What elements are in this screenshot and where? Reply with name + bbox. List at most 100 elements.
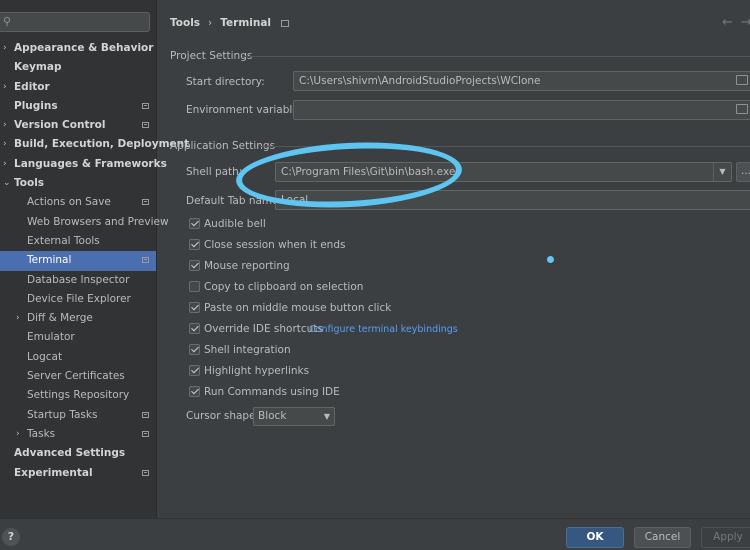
start-directory-label: Start directory: [186, 76, 265, 88]
settings-tree: › Appearance & Behavior Keymap › Editor Pl… [0, 39, 189, 483]
option-label: Audible bell [204, 218, 266, 230]
project-settings-heading: Project Settings [170, 50, 253, 62]
annotation-dot [547, 256, 554, 263]
environment-variables-field[interactable] [293, 100, 750, 120]
sidebar-item-label: Actions on Save [27, 196, 111, 209]
sidebar-item-device-file-explorer[interactable]: Device File Explorer [0, 290, 156, 309]
chevron-right-icon[interactable]: › [3, 116, 7, 135]
chevron-right-icon[interactable]: › [16, 309, 20, 328]
sidebar-item-emulator[interactable]: Emulator [0, 328, 156, 347]
shell-path-label: Shell path: [186, 166, 243, 178]
checkbox[interactable] [189, 281, 200, 292]
sidebar-item-database-inspector[interactable]: Database Inspector [0, 271, 156, 290]
chevron-right-icon[interactable]: › [3, 135, 7, 154]
cursor-shape-label: Cursor shape: [186, 410, 260, 422]
chevron-right-icon[interactable]: › [3, 155, 7, 174]
breadcrumb-parent[interactable]: Tools [170, 17, 200, 29]
chevron-right-icon[interactable]: › [3, 39, 7, 58]
chevron-right-icon[interactable]: › [3, 78, 7, 97]
sidebar-item-server-certificates[interactable]: Server Certificates [0, 367, 156, 386]
sidebar-item-logcat[interactable]: Logcat [0, 348, 156, 367]
checkbox[interactable] [189, 239, 200, 250]
sidebar-item-label: Logcat [27, 350, 63, 363]
checkbox[interactable] [189, 218, 200, 229]
sidebar-item-languages-frameworks[interactable]: › Languages & Frameworks [0, 155, 167, 174]
checkbox[interactable] [189, 260, 200, 271]
sidebar-item-label: Tools [14, 177, 45, 190]
option-label: Paste on middle mouse button click [204, 302, 392, 314]
sidebar-item-label: Diff & Merge [27, 312, 93, 325]
project-level-icon [142, 430, 149, 437]
search-icon: ⚲ [3, 15, 12, 28]
sidebar-item-startup-tasks[interactable]: Startup Tasks [0, 406, 156, 425]
chevron-down-icon[interactable]: ⌄ [3, 174, 11, 193]
sidebar-item-label: Server Certificates [27, 370, 125, 383]
sidebar-item-version-control[interactable]: › Version Control [0, 116, 156, 135]
settings-search-input[interactable]: ⚲ [0, 12, 150, 32]
sidebar-item-label: Version Control [14, 119, 106, 132]
sidebar-item-editor[interactable]: › Editor [0, 78, 156, 97]
breadcrumb-current: Terminal [220, 17, 272, 29]
project-level-icon [142, 469, 149, 476]
sidebar-item-label: Emulator [27, 331, 75, 344]
sidebar-item-web-browsers[interactable]: Web Browsers and Preview [0, 213, 169, 232]
sidebar-item-actions-on-save[interactable]: Actions on Save [0, 193, 156, 212]
browse-icon[interactable] [736, 104, 748, 114]
sidebar-item-tools[interactable]: ⌄ Tools [0, 174, 156, 193]
option-label: Close session when it ends [204, 239, 346, 251]
chevron-down-icon[interactable]: ▼ [713, 163, 731, 181]
sidebar-item-label: Plugins [14, 99, 58, 112]
cursor-shape-select[interactable]: Block ▼ [253, 407, 335, 426]
checkbox[interactable] [189, 365, 200, 376]
option-label: Copy to clipboard on selection [204, 281, 364, 293]
cancel-button[interactable]: Cancel [634, 527, 691, 548]
sidebar-item-terminal[interactable]: Terminal [0, 251, 156, 271]
sidebar-item-diff-merge[interactable]: › Diff & Merge [0, 309, 156, 328]
sidebar-item-label: Web Browsers and Preview [27, 215, 169, 228]
shell-path-browse-button[interactable]: ... [736, 162, 750, 182]
sidebar-item-label: Build, Execution, Deployment [14, 138, 190, 151]
sidebar-item-advanced-settings[interactable]: Advanced Settings [0, 444, 156, 463]
sidebar-item-build-execution-deployment[interactable]: › Build, Execution, Deployment [0, 135, 189, 154]
forward-arrow-icon[interactable]: → [741, 15, 750, 30]
back-arrow-icon[interactable]: ← [722, 15, 741, 30]
environment-variables-label: Environment variables: [186, 104, 308, 116]
sidebar-item-experimental[interactable]: Experimental [0, 464, 156, 483]
settings-sidebar: ⚲ › Appearance & Behavior Keymap › Editor … [0, 0, 189, 518]
sidebar-item-label: Settings Repository [27, 389, 130, 402]
navigation-arrows: ←→ [722, 15, 750, 30]
sidebar-item-label: Keymap [14, 61, 62, 74]
configure-keybindings-link[interactable]: Configure terminal keybindings [309, 324, 458, 335]
sidebar-item-label: Languages & Frameworks [14, 157, 167, 170]
sidebar-item-label: Appearance & Behavior [14, 42, 154, 54]
chevron-down-icon: ▼ [323, 412, 330, 421]
sidebar-item-keymap[interactable]: Keymap [0, 58, 156, 77]
sidebar-item-label: External Tools [27, 234, 100, 247]
sidebar-item-appearance-behavior[interactable]: › Appearance & Behavior [0, 39, 156, 58]
checkbox[interactable] [189, 386, 200, 397]
section-divider [242, 56, 750, 57]
sidebar-item-settings-repository[interactable]: Settings Repository [0, 386, 156, 405]
checkbox[interactable] [189, 323, 200, 334]
sidebar-item-label: Startup Tasks [27, 408, 98, 421]
sidebar-item-label: Editor [14, 80, 50, 93]
help-icon[interactable]: ? [2, 528, 20, 546]
project-level-icon [142, 411, 149, 418]
option-label: Highlight hyperlinks [204, 365, 310, 377]
checkbox[interactable] [189, 302, 200, 313]
sidebar-item-plugins[interactable]: Plugins [0, 97, 156, 116]
start-directory-field[interactable]: C:\Users\shivm\AndroidStudioProjects\WCl… [293, 71, 750, 91]
option-label: Override IDE shortcuts [204, 323, 323, 335]
project-level-icon [142, 122, 149, 129]
sidebar-item-external-tools[interactable]: External Tools [0, 232, 156, 251]
breadcrumb-separator-icon: › [208, 17, 213, 29]
chevron-right-icon[interactable]: › [16, 425, 20, 444]
apply-button[interactable]: Apply [701, 527, 750, 548]
option-label: Mouse reporting [204, 260, 290, 272]
folder-icon[interactable] [736, 75, 748, 85]
sidebar-item-tasks[interactable]: › Tasks [0, 425, 156, 444]
checkbox[interactable] [189, 344, 200, 355]
project-level-icon [142, 102, 149, 109]
ok-button[interactable]: OK [566, 527, 624, 548]
sidebar-item-label: Advanced Settings [14, 447, 126, 460]
